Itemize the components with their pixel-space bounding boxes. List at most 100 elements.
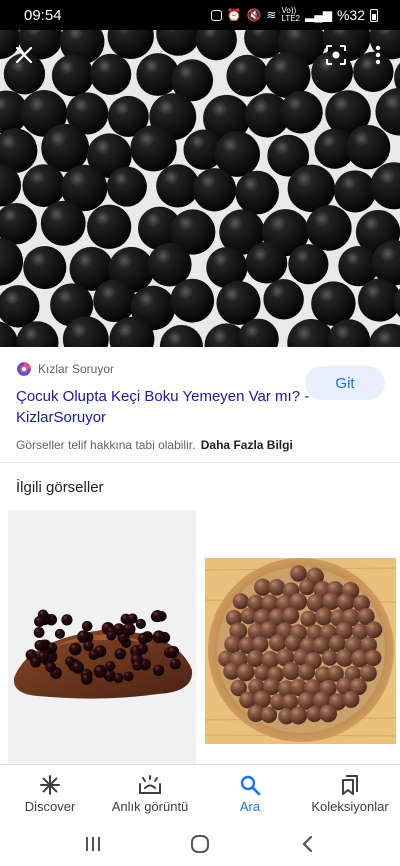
lens-icon [326, 45, 346, 65]
recent-apps-button[interactable] [73, 829, 113, 859]
status-icons: ⏰ 🔇 ≋ Vo)) LTE2 ▂▄▆ %32 [210, 6, 378, 23]
nav-label-discover: Discover [24, 798, 76, 814]
copyright-notice: Görseller telif hakkına tabi olabilir. D… [16, 438, 384, 452]
brown-ball-shape [232, 593, 249, 610]
recent-apps-icon [86, 837, 101, 851]
small-ball-shape [167, 645, 180, 659]
hero-image[interactable] [0, 30, 400, 347]
back-button[interactable] [287, 829, 327, 859]
small-ball-shape [81, 620, 93, 632]
small-ball-shape [169, 658, 181, 670]
lens-button[interactable] [318, 37, 354, 73]
status-time: 09:54 [24, 6, 62, 24]
source-logo-icon [17, 362, 31, 376]
mute-icon: 🔇 [246, 8, 262, 22]
ball-shape [23, 245, 67, 290]
small-ball-shape [136, 643, 148, 655]
small-ball-shape [152, 664, 165, 676]
ball-shape [245, 241, 288, 284]
small-ball-shape [33, 626, 45, 638]
small-ball-shape [30, 656, 42, 668]
brown-ball-shape [364, 649, 382, 667]
close-button[interactable] [6, 37, 42, 73]
visit-button[interactable]: Git [305, 366, 385, 400]
nav-collections[interactable]: Koleksiyonlar [300, 765, 400, 822]
brown-ball-shape [336, 593, 355, 612]
nav-snapshot[interactable]: Anlık görüntü [100, 765, 200, 822]
small-ball-shape [106, 630, 117, 641]
more-vert-icon [375, 45, 381, 65]
small-ball-shape [137, 632, 150, 645]
ball-shape [306, 205, 352, 251]
small-ball-shape [151, 610, 164, 623]
brown-ball-shape [282, 662, 301, 681]
brown-ball-shape [314, 607, 333, 626]
brown-ball-shape [300, 610, 317, 627]
wooden-bowl-black-balls-image [8, 510, 196, 764]
alarm-icon: ⏰ [226, 8, 242, 22]
copyright-text: Görseller telif hakkına tabi olabilir. [16, 438, 196, 452]
brown-ball-shape [298, 578, 316, 596]
ball-shape [279, 90, 323, 134]
nav-discover[interactable]: Discover [0, 765, 100, 822]
network-label: Vo)) LTE2 [281, 6, 300, 23]
nav-label-search: Ara [239, 798, 261, 814]
ball-shape [170, 278, 215, 323]
ball-shape [333, 170, 377, 213]
brown-ball-shape [260, 706, 278, 724]
more-info-link[interactable]: Daha Fazla Bilgi [201, 438, 293, 452]
home-button[interactable] [180, 829, 220, 859]
small-ball-shape [34, 639, 46, 651]
system-navigation [0, 822, 400, 866]
brown-ball-shape [282, 607, 300, 625]
small-ball-shape [80, 673, 93, 685]
ball-shape [40, 200, 86, 246]
ball-shape [51, 54, 94, 97]
small-ball-shape [114, 648, 127, 660]
small-ball-shape [122, 622, 136, 636]
nav-label-snapshot: Anlık görüntü [111, 798, 189, 814]
small-ball-shape [152, 630, 166, 644]
small-ball-shape [83, 640, 94, 652]
signal-icon: ▂▄▆ [305, 8, 332, 22]
ball-shape [311, 281, 356, 326]
small-ball-shape [68, 642, 82, 656]
brown-ball-shape [289, 706, 308, 725]
small-ball-shape [127, 613, 138, 624]
more-options-button[interactable] [360, 37, 396, 73]
brown-ball-shape [365, 621, 383, 639]
ball-shape [41, 123, 90, 172]
ball-shape [357, 278, 400, 322]
brown-ball-shape [268, 578, 286, 596]
ball-shape [192, 168, 237, 212]
divider [0, 462, 400, 463]
brown-ball-shape [359, 664, 377, 682]
result-info: Kızlar Soruyor Çocuk Olupta Keçi Boku Ye… [0, 347, 400, 462]
asterisk-icon [39, 774, 61, 796]
ball-shape [90, 53, 132, 95]
ball-shape [22, 164, 66, 208]
brown-ball-shape [298, 663, 316, 681]
ball-shape [216, 280, 261, 326]
related-image-2[interactable] [205, 510, 396, 764]
result-title[interactable]: Çocuk Olupta Keçi Boku Yemeyen Var mı? -… [16, 386, 316, 428]
wooden-bowl-brown-balls-image [205, 510, 396, 764]
brown-ball-shape [290, 565, 307, 582]
small-ball-shape [54, 628, 65, 639]
brown-ball-shape [236, 663, 255, 682]
ball-shape [288, 244, 329, 285]
brown-ball-shape [335, 648, 354, 667]
collections-icon [340, 774, 360, 796]
small-ball-shape [123, 671, 134, 682]
nav-search[interactable]: Ara [200, 765, 300, 822]
snapshot-icon [138, 774, 162, 796]
ball-shape [93, 279, 136, 323]
ball-shape [226, 54, 269, 97]
small-ball-shape [105, 660, 116, 672]
small-ball-shape [61, 614, 73, 626]
battery-text: %32 [336, 7, 365, 23]
related-image-1[interactable] [8, 510, 196, 764]
status-bar: 09:54 ⏰ 🔇 ≋ Vo)) LTE2 ▂▄▆ %32 [0, 0, 400, 30]
search-icon [239, 774, 261, 796]
bottom-navigation: Discover Anlık görüntü Ara Koleksiyonlar [0, 764, 400, 822]
